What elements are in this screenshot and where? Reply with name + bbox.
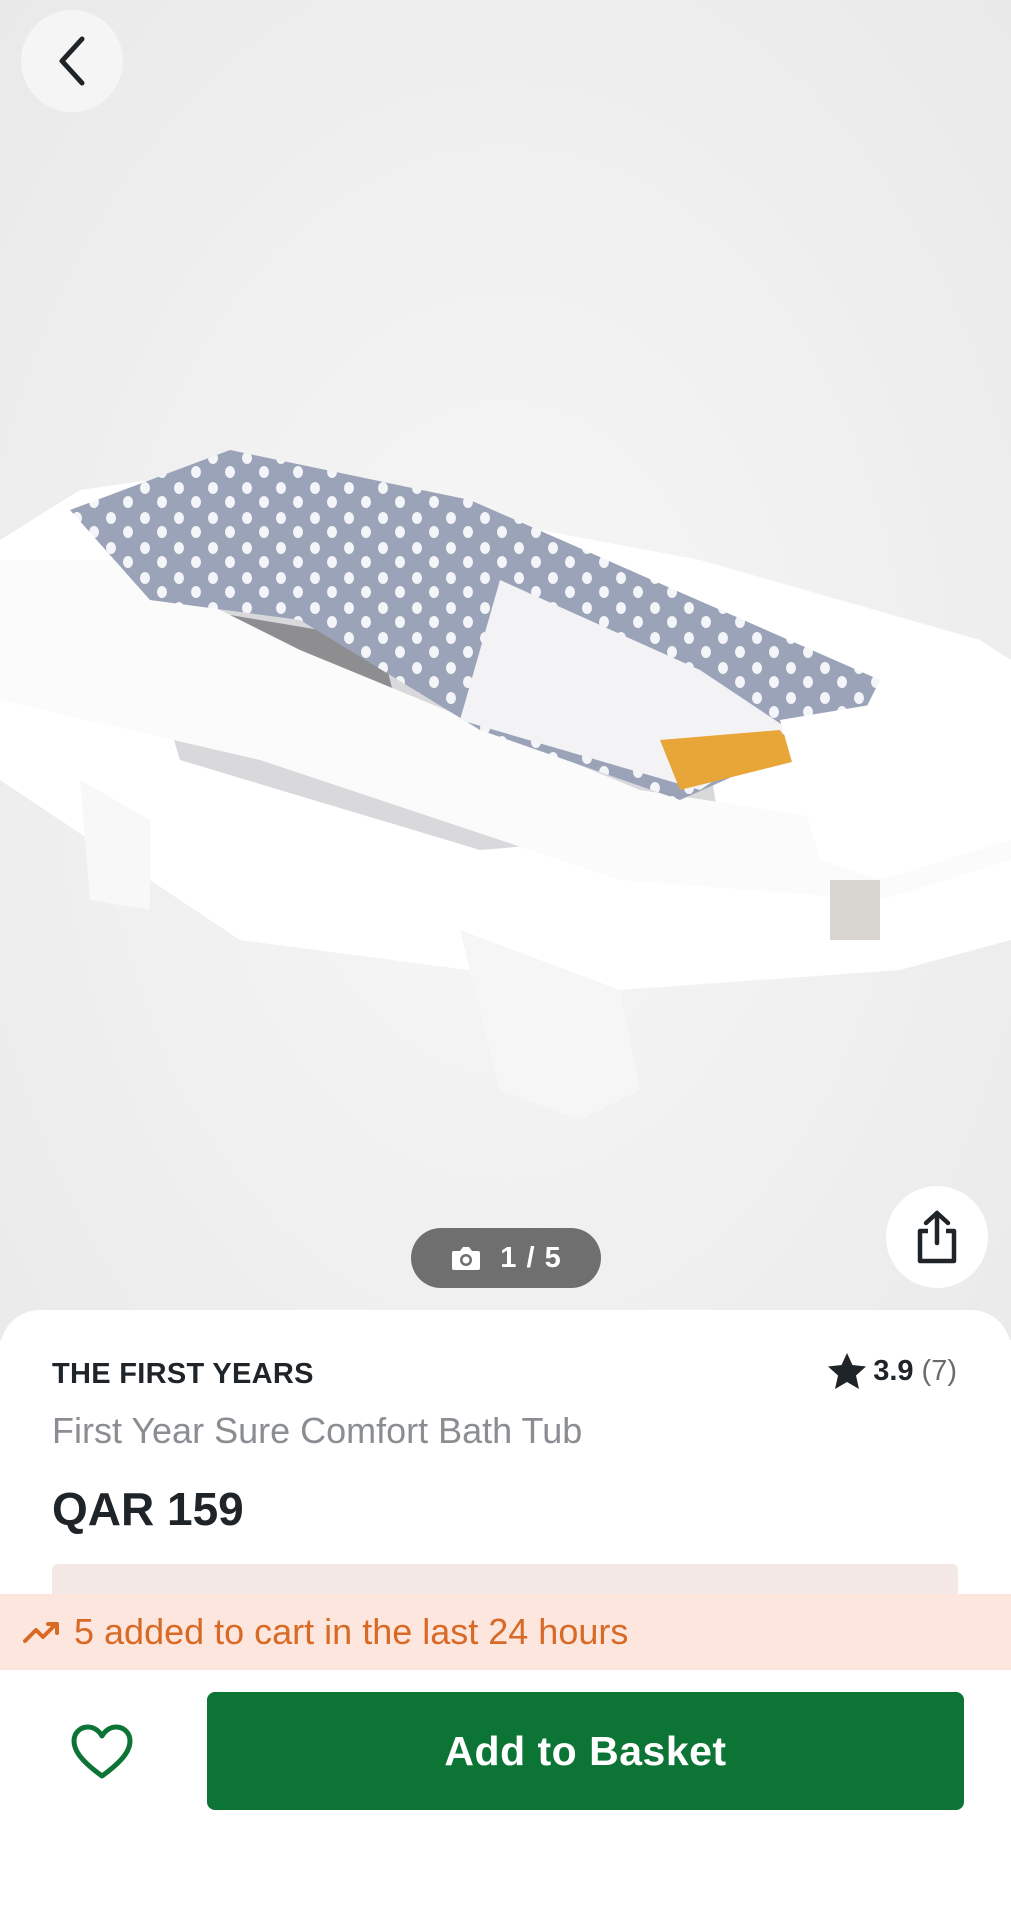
camera-icon [450,1244,482,1272]
back-button[interactable] [21,10,123,112]
product-price: QAR 159 [52,1483,244,1535]
star-icon [828,1353,867,1389]
rating-count: (7) [921,1354,957,1387]
product-image-gallery[interactable]: 1 / 5 [0,0,1011,1340]
cart-activity-text: 5 added to cart in the last 24 hours [74,1611,629,1652]
share-button[interactable] [886,1186,988,1288]
image-counter-text: 1 / 5 [500,1241,562,1274]
share-icon [917,1210,957,1264]
wishlist-button[interactable] [70,1720,134,1784]
add-to-basket-button[interactable]: Add to Basket [207,1692,964,1810]
rating-summary[interactable]: 3.9 (7) [827,1352,957,1390]
brand-name[interactable]: THE FIRST YEARS [52,1358,314,1391]
product-image [0,450,1011,1120]
image-counter: 1 / 5 [411,1228,601,1288]
trending-up-icon [22,1619,62,1645]
rating-value: 3.9 [873,1354,914,1387]
chevron-left-icon [59,36,85,86]
heart-icon [71,1724,133,1779]
cart-activity-banner: 5 added to cart in the last 24 hours [0,1594,1011,1670]
product-name: First Year Sure Comfort Bath Tub [52,1410,583,1451]
